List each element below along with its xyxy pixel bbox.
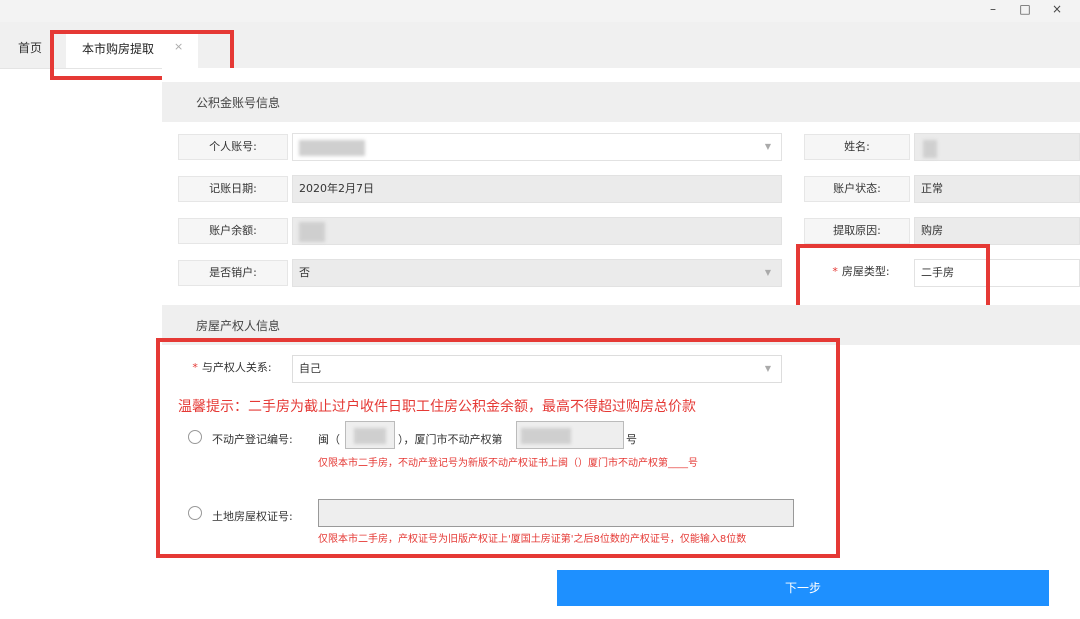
account-status-field: 正常 xyxy=(914,175,1080,203)
suffix-hao-text: 号 xyxy=(626,433,637,446)
tab-home[interactable]: 首页 xyxy=(18,39,42,56)
cancel-account-select[interactable]: 否 ▼ xyxy=(292,259,782,287)
house-type-label: 房屋类型: xyxy=(841,265,890,278)
owner-section-header: 房屋产权人信息 xyxy=(162,305,1080,345)
realestate-number-input[interactable] xyxy=(516,421,624,449)
close-window-icon[interactable]: × xyxy=(1048,2,1066,18)
required-mark: * xyxy=(192,361,198,374)
realestate-hint: 仅限本市二手房，不动产登记号为新版不动产权证书上闽（）厦门市不动产权第____号 xyxy=(318,458,698,469)
land-cert-label: 土地房屋权证号: xyxy=(212,510,293,523)
record-date-field: 2020年2月7日 xyxy=(292,175,782,203)
redacted-value xyxy=(521,428,571,444)
prefix-min-text: 闽（ xyxy=(318,433,340,446)
name-label: 姓名: xyxy=(804,134,910,160)
personal-account-label: 个人账号: xyxy=(178,134,288,160)
tab-label: 本市购房提取 xyxy=(82,42,155,56)
window-titlebar: – □ × xyxy=(0,0,1080,22)
balance-field xyxy=(292,217,782,245)
redacted-value xyxy=(299,222,325,242)
realestate-year-input[interactable] xyxy=(345,421,395,449)
relation-value: 自己 xyxy=(299,362,321,375)
redacted-value xyxy=(923,140,937,158)
land-cert-radio[interactable] xyxy=(188,506,202,520)
redacted-value xyxy=(354,428,386,444)
chevron-down-icon: ▼ xyxy=(764,268,771,277)
name-field xyxy=(914,133,1080,161)
record-date-label: 记账日期: xyxy=(178,176,288,202)
withdraw-reason-field: 购房 xyxy=(914,217,1080,245)
house-type-label-cell: * 房屋类型: xyxy=(812,260,910,286)
realestate-label: 不动产登记编号: xyxy=(212,433,293,446)
account-section-title: 公积金账号信息 xyxy=(196,96,281,110)
tab-city-purchase-withdrawal[interactable]: 本市购房提取 × xyxy=(66,32,198,68)
relation-select[interactable]: 自己 ▼ xyxy=(292,355,782,383)
minimize-icon[interactable]: – xyxy=(984,2,1002,18)
next-step-button[interactable]: 下一步 xyxy=(557,570,1049,606)
house-type-field[interactable]: 二手房 xyxy=(914,259,1080,287)
land-cert-input[interactable] xyxy=(318,499,794,527)
balance-label: 账户余额: xyxy=(178,218,288,244)
realestate-radio[interactable] xyxy=(188,430,202,444)
withdraw-reason-label: 提取原因: xyxy=(804,218,910,244)
owner-section-title: 房屋产权人信息 xyxy=(196,319,281,333)
required-mark: * xyxy=(832,265,838,278)
chevron-down-icon: ▼ xyxy=(764,142,771,151)
relation-label-cell: * 与产权人关系: xyxy=(180,356,284,382)
personal-account-select[interactable]: ▼ xyxy=(292,133,782,161)
tab-close-icon[interactable]: × xyxy=(174,40,183,53)
prefix-mid-text: ），厦门市不动产权第 xyxy=(398,433,503,446)
account-status-label: 账户状态: xyxy=(804,176,910,202)
maximize-icon[interactable]: □ xyxy=(1016,2,1034,18)
cancel-account-value: 否 xyxy=(299,266,310,279)
tab-bar: 首页 本市购房提取 × xyxy=(0,22,1080,69)
relation-label: 与产权人关系: xyxy=(201,361,272,374)
land-cert-hint: 仅限本市二手房，产权证号为旧版产权证上'厦国土房证第'之后8位数的产权证号，仅能… xyxy=(318,534,747,545)
account-section-header: 公积金账号信息 xyxy=(162,82,1080,122)
chevron-down-icon: ▼ xyxy=(764,364,771,373)
redacted-value xyxy=(299,140,365,156)
warm-tip: 温馨提示：二手房为截止过户收件日职工住房公积金余额，最高不得超过购房总价款 xyxy=(178,399,696,415)
cancel-account-label: 是否销户: xyxy=(178,260,288,286)
